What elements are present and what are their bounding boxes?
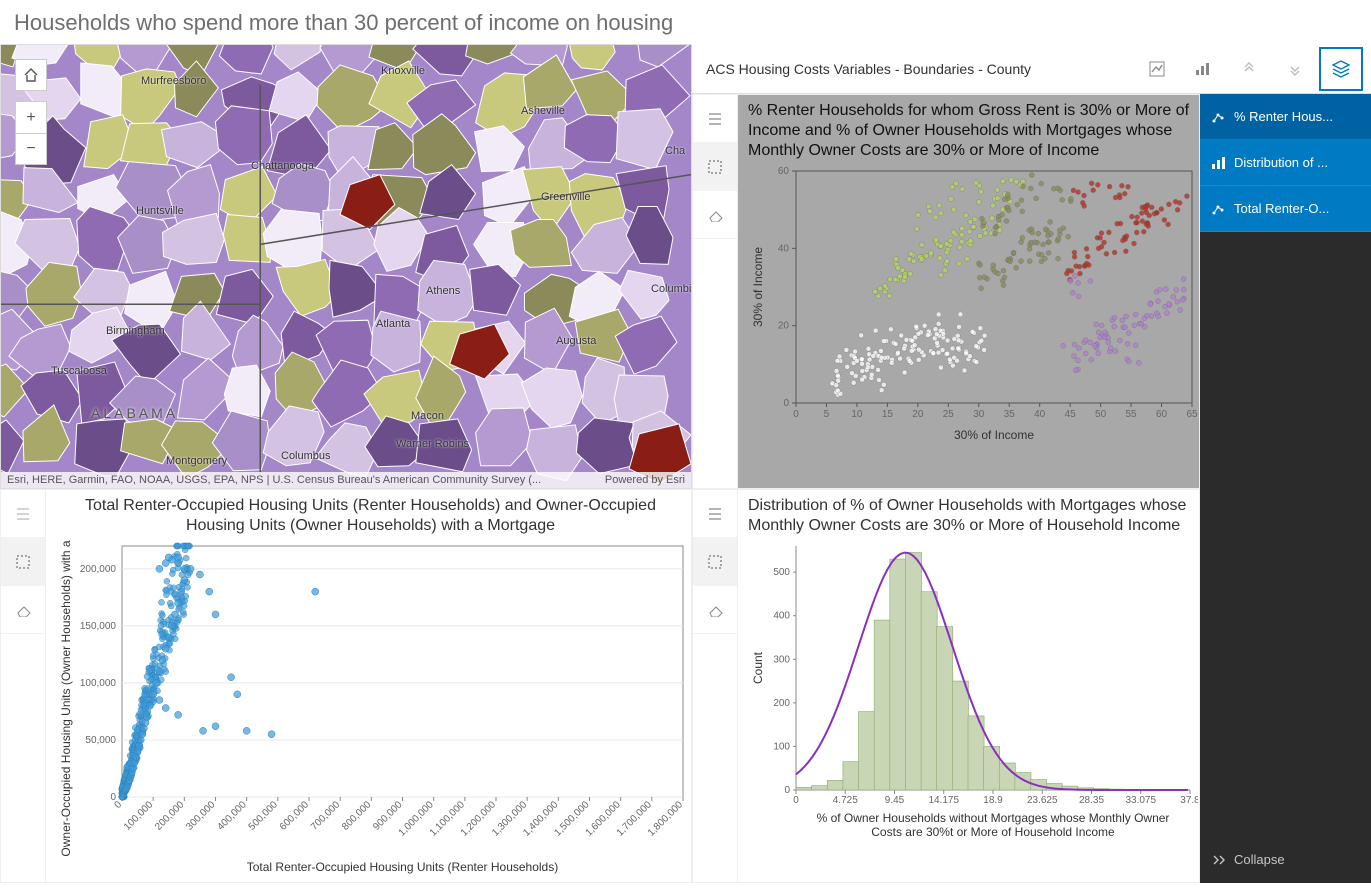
selection-tool[interactable] <box>693 538 737 586</box>
svg-text:60: 60 <box>778 166 790 177</box>
svg-text:65: 65 <box>1186 409 1198 420</box>
erase-tool[interactable] <box>1 586 45 634</box>
chart-toolbar <box>693 490 738 882</box>
chart-list-item[interactable]: Distribution of ... <box>1200 140 1371 186</box>
svg-text:400,000: 400,000 <box>215 799 249 833</box>
chart-config-button[interactable] <box>1135 47 1179 91</box>
chart-title: Total Renter-Occupied Housing Units (Ren… <box>56 496 685 536</box>
chart-toolbar <box>1 490 46 882</box>
svg-text:40: 40 <box>778 243 790 254</box>
svg-text:% of Owner Households without: % of Owner Households without Mortgages … <box>817 811 1170 825</box>
legend-tool[interactable] <box>1 490 45 538</box>
svg-text:600,000: 600,000 <box>278 799 312 833</box>
svg-text:33.075: 33.075 <box>1125 795 1156 806</box>
chart-title: Distribution of % of Owner Households wi… <box>748 496 1193 536</box>
svg-text:Costs are 30%t or More of Hous: Costs are 30%t or More of Household Inco… <box>871 825 1115 839</box>
collapse-panel-button[interactable]: Collapse <box>1200 835 1371 883</box>
svg-text:100,000: 100,000 <box>80 678 117 689</box>
home-button[interactable] <box>15 59 47 91</box>
svg-text:Count: Count <box>751 651 765 684</box>
svg-text:Total Renter-Occupied Housing: Total Renter-Occupied Housing Units (Ren… <box>247 860 558 874</box>
svg-text:9.45: 9.45 <box>885 795 905 806</box>
svg-text:14.175: 14.175 <box>928 795 959 806</box>
svg-text:0: 0 <box>112 799 124 811</box>
svg-text:5: 5 <box>824 409 830 420</box>
svg-text:800,000: 800,000 <box>340 799 374 833</box>
svg-text:30% of Income: 30% of Income <box>751 247 765 327</box>
scatter-units-pane: Total Renter-Occupied Housing Units (Ren… <box>0 489 692 883</box>
svg-text:20: 20 <box>912 409 924 420</box>
chart-toolbar <box>693 95 738 488</box>
legend-tool[interactable] <box>693 490 737 538</box>
svg-text:700,000: 700,000 <box>309 799 343 833</box>
svg-text:55: 55 <box>1126 409 1138 420</box>
svg-text:100: 100 <box>773 741 790 752</box>
collapse-up-button[interactable] <box>1227 47 1271 91</box>
svg-text:300: 300 <box>773 654 790 665</box>
histogram-pane: Distribution of % of Owner Households wi… <box>692 489 1200 883</box>
svg-text:200,000: 200,000 <box>80 564 117 575</box>
svg-text:150,000: 150,000 <box>80 621 117 632</box>
svg-text:200,000: 200,000 <box>153 799 187 833</box>
svg-text:50,000: 50,000 <box>85 735 116 746</box>
svg-text:0: 0 <box>783 398 789 409</box>
histogram-button[interactable] <box>1181 47 1225 91</box>
zoom-out-button[interactable]: − <box>15 133 47 165</box>
svg-text:0: 0 <box>793 409 799 420</box>
svg-text:15: 15 <box>882 409 894 420</box>
svg-text:10: 10 <box>851 409 863 420</box>
svg-text:30% of Income: 30% of Income <box>954 428 1034 442</box>
choropleth-map[interactable] <box>1 45 691 489</box>
svg-text:0: 0 <box>793 795 799 806</box>
svg-text:400: 400 <box>773 611 790 622</box>
scatter-chart[interactable]: 050,000100,000150,000200,0000100,000200,… <box>56 540 691 875</box>
erase-tool[interactable] <box>693 586 737 634</box>
svg-text:28.35: 28.35 <box>1079 795 1104 806</box>
layer-title: ACS Housing Costs Variables - Boundaries… <box>700 61 1135 77</box>
map-attribution: Esri, HERE, Garmin, FAO, NOAA, USGS, EPA… <box>1 472 691 488</box>
chart-title: % Renter Households for whom Gross Rent … <box>748 101 1193 161</box>
svg-text:25: 25 <box>943 409 955 420</box>
page-title: Households who spend more than 30 percen… <box>0 0 1371 44</box>
svg-text:200: 200 <box>773 698 790 709</box>
svg-text:35: 35 <box>1004 409 1016 420</box>
svg-text:30: 30 <box>973 409 985 420</box>
svg-text:300,000: 300,000 <box>184 799 218 833</box>
zoom-in-button[interactable]: + <box>15 101 47 133</box>
svg-text:500: 500 <box>773 567 790 578</box>
layers-button[interactable] <box>1319 47 1363 91</box>
svg-text:0: 0 <box>784 785 790 796</box>
svg-text:50: 50 <box>1095 409 1107 420</box>
svg-text:18.9: 18.9 <box>983 795 1003 806</box>
charts-list-panel: % Renter Hous... Distribution of ... Tot… <box>1200 94 1371 883</box>
svg-text:100,000: 100,000 <box>122 799 156 833</box>
svg-text:37.8: 37.8 <box>1180 795 1198 806</box>
svg-text:20: 20 <box>778 321 790 332</box>
scatter-chart[interactable]: 0 5 10 15 20 25 30 35 40 45 50 55 60 65 0 20 40 60 30% of … <box>748 165 1198 445</box>
svg-text:4.725: 4.725 <box>833 795 858 806</box>
svg-text:Owner-Occupied Housing Units (: Owner-Occupied Housing Units (Owner Hous… <box>59 540 73 857</box>
chart-list-item[interactable]: % Renter Hous... <box>1200 94 1371 140</box>
scatter-rent-owner-pane: % Renter Households for whom Gross Rent … <box>692 94 1200 489</box>
svg-text:500,000: 500,000 <box>247 799 281 833</box>
svg-text:40: 40 <box>1034 409 1046 420</box>
legend-tool[interactable] <box>693 95 737 143</box>
erase-tool[interactable] <box>693 191 737 239</box>
histogram-chart[interactable]: 0 100 200 300 400 500 0 4.725 9.45 14.175 18.9 23.6… <box>748 540 1198 850</box>
layer-header: ACS Housing Costs Variables - Boundaries… <box>692 44 1371 94</box>
chart-list-item[interactable]: Total Renter-O... <box>1200 186 1371 232</box>
selection-tool[interactable] <box>693 143 737 191</box>
svg-text:45: 45 <box>1065 409 1077 420</box>
svg-text:60: 60 <box>1156 409 1168 420</box>
selection-tool[interactable] <box>1 538 45 586</box>
svg-text:23.625: 23.625 <box>1027 795 1058 806</box>
map-panel[interactable]: + − ALABAMA Knoxville Murfreesboro Ashev… <box>0 44 692 489</box>
collapse-down-button[interactable] <box>1273 47 1317 91</box>
